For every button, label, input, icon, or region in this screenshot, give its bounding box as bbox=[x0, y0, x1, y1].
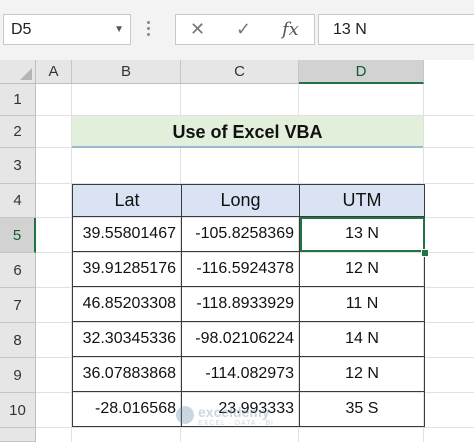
header-long[interactable]: Long bbox=[181, 184, 300, 217]
row-header-6[interactable]: 6 bbox=[0, 253, 36, 288]
lat-cell[interactable]: -28.016568 bbox=[72, 391, 182, 427]
table-header-row: Lat Long UTM bbox=[72, 184, 425, 217]
lat-cell[interactable]: 39.55801467 bbox=[72, 216, 182, 252]
row-header-1[interactable]: 1 bbox=[0, 84, 36, 116]
column-header-c[interactable]: C bbox=[181, 60, 299, 84]
formula-buttons: ✕ ✓ fx bbox=[175, 14, 315, 45]
utm-cell[interactable]: 11 N bbox=[299, 286, 425, 322]
watermark-name: exceldemy bbox=[198, 404, 270, 420]
exceldemy-logo-icon bbox=[176, 406, 194, 424]
lat-cell[interactable]: 36.07883868 bbox=[72, 356, 182, 392]
more-options-icon[interactable] bbox=[147, 21, 153, 39]
row-header-11[interactable] bbox=[0, 428, 36, 442]
table-row: 46.85203308 -118.8933929 11 N bbox=[72, 286, 425, 322]
watermark: exceldemy EXCEL · DATA · BI bbox=[176, 402, 326, 432]
row-header-7[interactable]: 7 bbox=[0, 288, 36, 323]
column-header-d[interactable]: D bbox=[299, 60, 424, 84]
formula-input[interactable]: 13 N bbox=[318, 14, 474, 45]
table-row: 32.30345336 -98.02106224 14 N bbox=[72, 321, 425, 357]
data-table: Lat Long UTM 39.55801467 -105.8258369 13… bbox=[72, 184, 425, 427]
row-header-8[interactable]: 8 bbox=[0, 323, 36, 358]
lat-cell[interactable]: 39.91285176 bbox=[72, 251, 182, 287]
row-header-2[interactable]: 2 bbox=[0, 116, 36, 148]
name-box-value: D5 bbox=[11, 21, 32, 38]
select-all-button[interactable] bbox=[0, 60, 36, 84]
formula-bar-area: D5 ▼ ✕ ✓ fx 13 N bbox=[0, 0, 474, 60]
row-header-4[interactable]: 4 bbox=[0, 184, 36, 218]
row-header-9[interactable]: 9 bbox=[0, 358, 36, 393]
column-header-a[interactable]: A bbox=[36, 60, 72, 84]
long-cell[interactable]: -114.082973 bbox=[181, 356, 300, 392]
row-header-10[interactable]: 10 bbox=[0, 393, 36, 428]
utm-cell[interactable]: 12 N bbox=[299, 251, 425, 287]
row-header-5[interactable]: 5 bbox=[0, 218, 36, 253]
utm-cell[interactable]: 14 N bbox=[299, 321, 425, 357]
insert-function-icon[interactable]: fx bbox=[282, 15, 299, 44]
formula-input-value: 13 N bbox=[333, 21, 367, 38]
table-row: 39.55801467 -105.8258369 13 N bbox=[72, 216, 425, 252]
long-cell[interactable]: -105.8258369 bbox=[181, 216, 300, 252]
header-lat[interactable]: Lat bbox=[72, 184, 182, 217]
watermark-tagline: EXCEL · DATA · BI bbox=[198, 420, 274, 427]
lat-cell[interactable]: 46.85203308 bbox=[72, 286, 182, 322]
fill-handle[interactable] bbox=[421, 249, 429, 257]
lat-cell[interactable]: 32.30345336 bbox=[72, 321, 182, 357]
long-cell[interactable]: -98.02106224 bbox=[181, 321, 300, 357]
long-cell[interactable]: -116.5924378 bbox=[181, 251, 300, 287]
header-utm[interactable]: UTM bbox=[299, 184, 425, 217]
utm-cell[interactable]: 12 N bbox=[299, 356, 425, 392]
utm-cell-active[interactable]: 13 N bbox=[299, 216, 425, 252]
name-box[interactable]: D5 ▼ bbox=[3, 14, 131, 45]
cancel-icon[interactable]: ✕ bbox=[190, 15, 205, 44]
column-header-b[interactable]: B bbox=[72, 60, 181, 84]
long-cell[interactable]: -118.8933929 bbox=[181, 286, 300, 322]
chevron-down-icon[interactable]: ▼ bbox=[114, 15, 124, 44]
table-row: 39.91285176 -116.5924378 12 N bbox=[72, 251, 425, 287]
enter-icon[interactable]: ✓ bbox=[236, 15, 251, 44]
table-row: 36.07883868 -114.082973 12 N bbox=[72, 356, 425, 392]
row-header-3[interactable]: 3 bbox=[0, 148, 36, 184]
sheet-title-cell[interactable]: Use of Excel VBA bbox=[72, 116, 423, 148]
